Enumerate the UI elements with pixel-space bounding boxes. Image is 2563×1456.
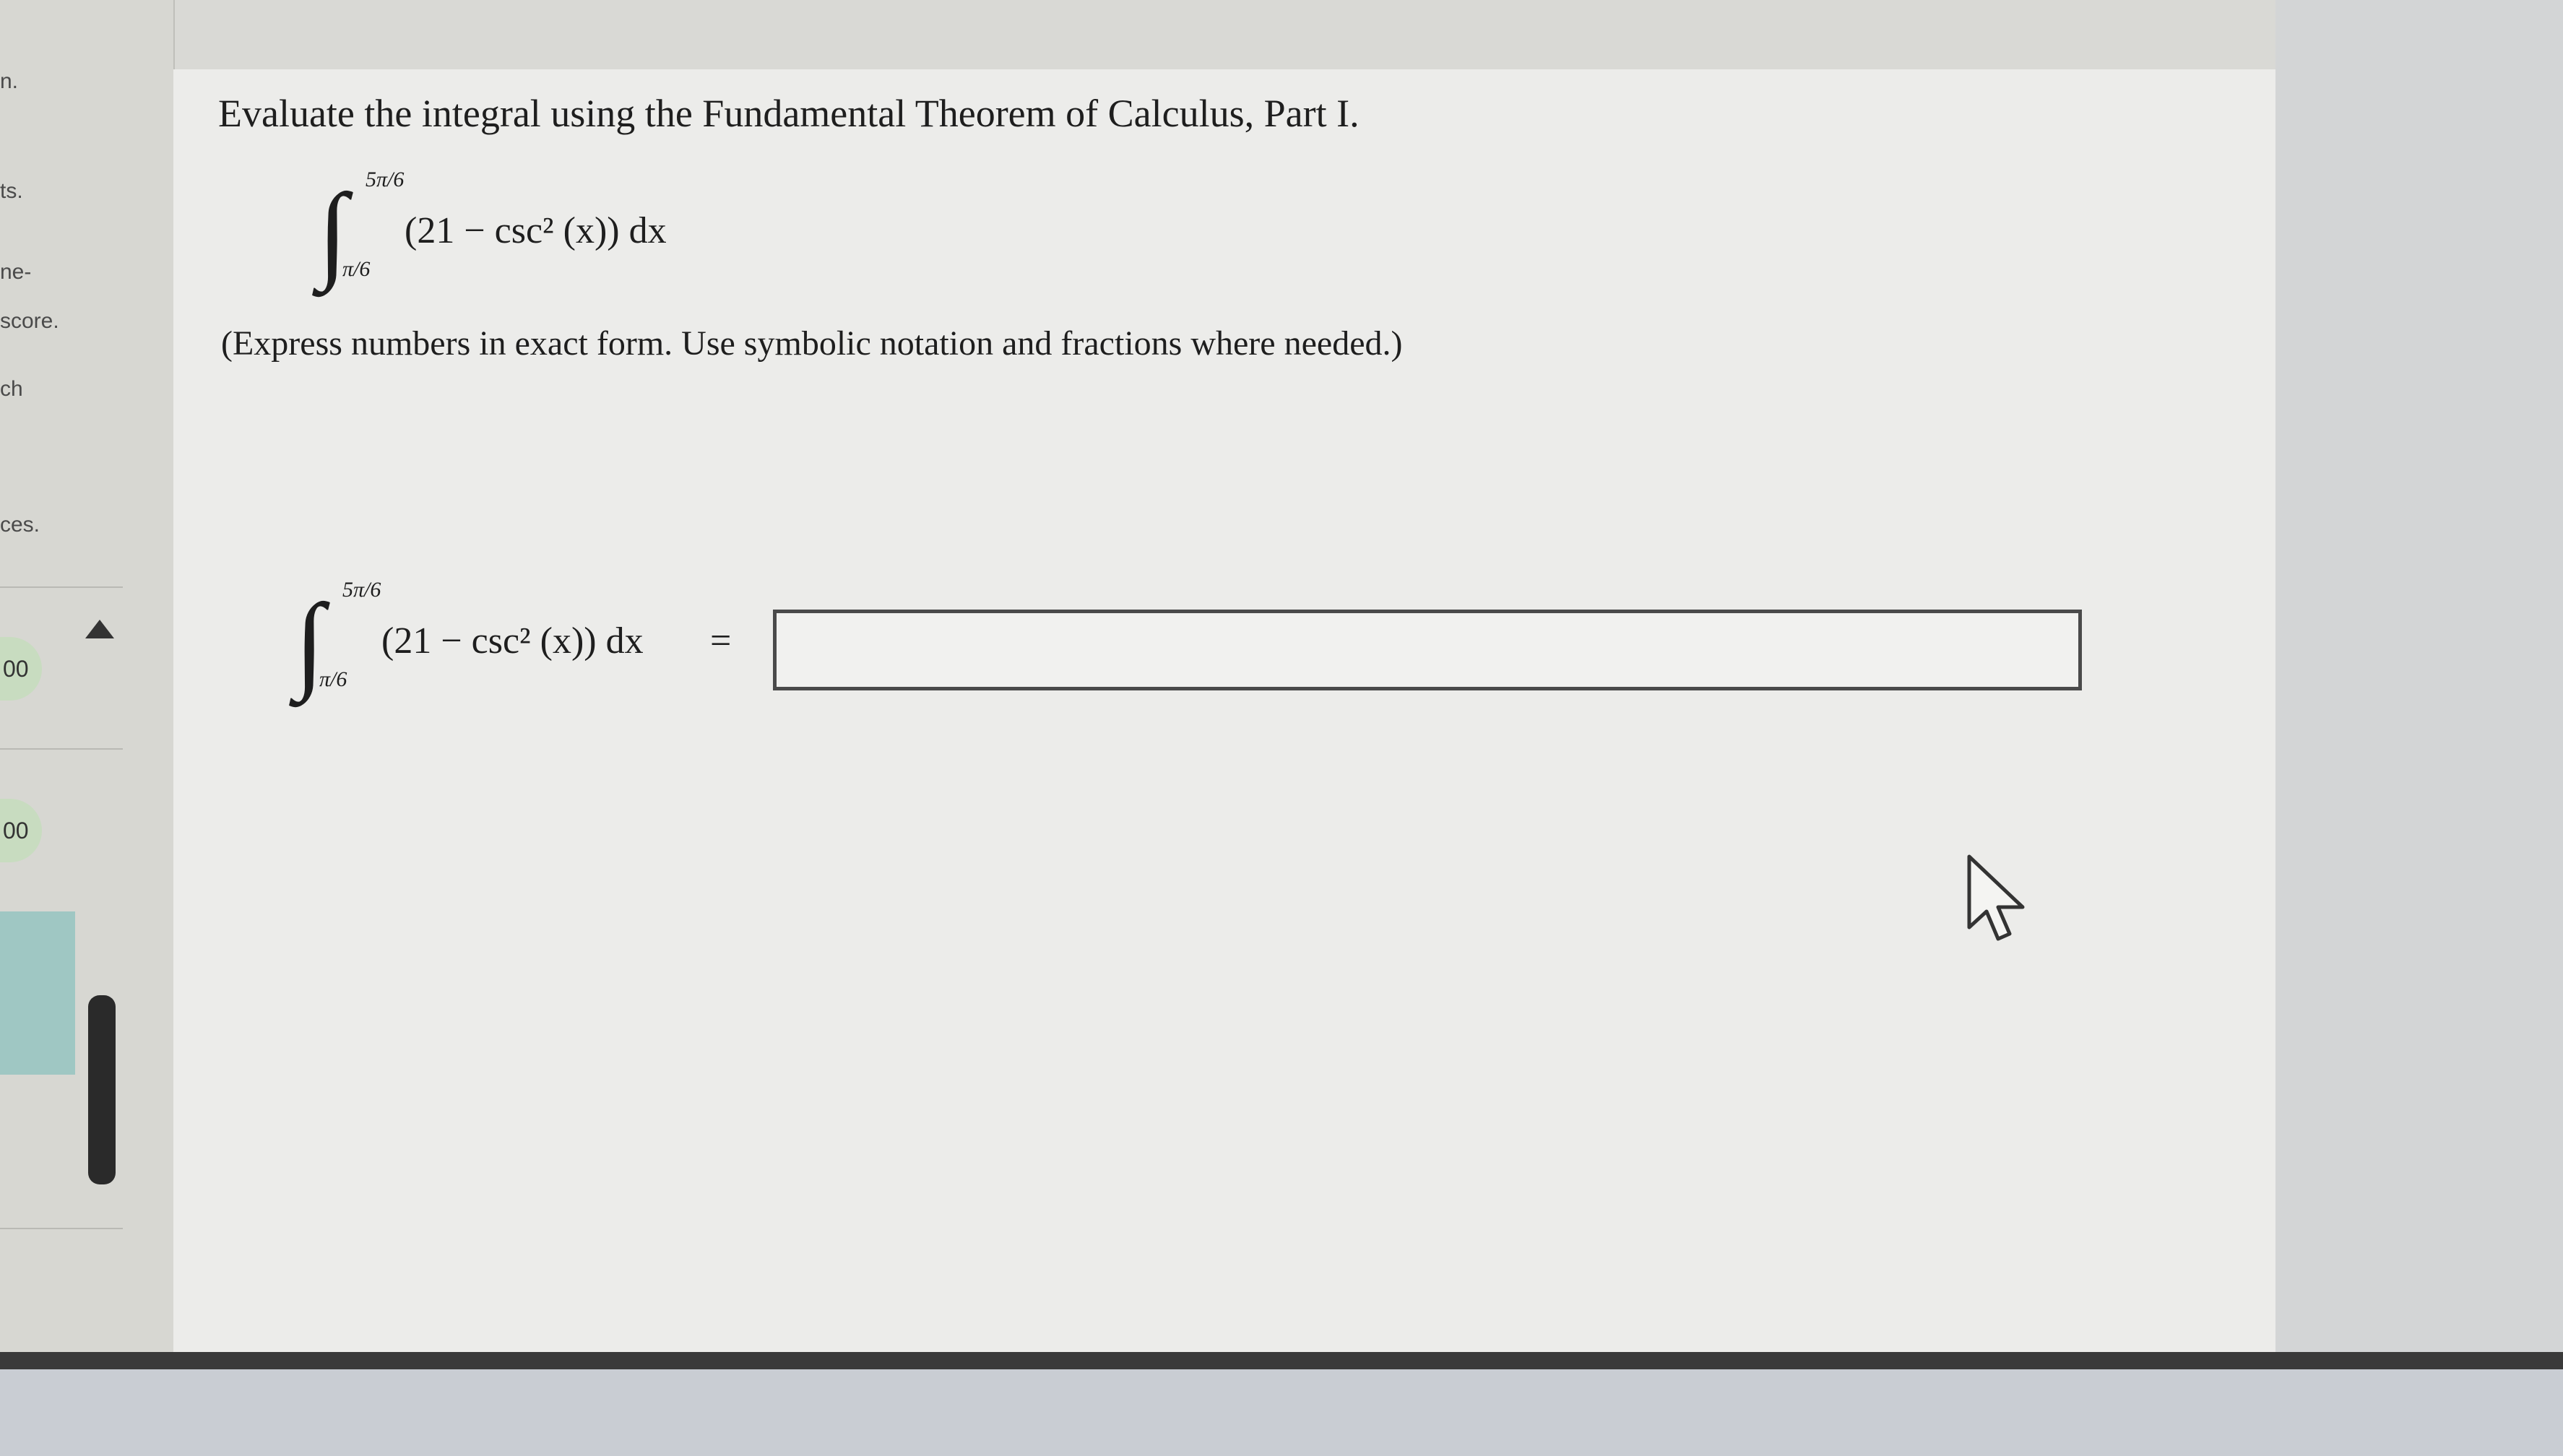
upper-limit: 5π/6 [366, 168, 405, 191]
sidebar-fragment: score. [0, 309, 59, 333]
sidebar: n. ts. ne- score. ch ces. 00 00 [0, 0, 175, 1358]
taskbar [0, 1369, 2563, 1456]
question-instructions: Evaluate the integral using the Fundamen… [218, 92, 1360, 135]
mouse-cursor-icon [1967, 854, 2025, 941]
sidebar-scrollbar[interactable] [88, 995, 116, 1184]
sidebar-fragment: ne- [0, 260, 32, 284]
background-edge [2275, 0, 2563, 1352]
equals-sign: = [710, 620, 732, 662]
score-badge[interactable]: 00 [0, 637, 42, 701]
answer-input[interactable] [773, 610, 2082, 690]
sidebar-fragment: ch [0, 377, 23, 401]
score-badge[interactable]: 00 [0, 799, 42, 862]
sidebar-divider [0, 586, 123, 588]
upper-limit: 5π/6 [342, 578, 381, 602]
lower-limit: π/6 [319, 667, 347, 691]
question-panel: Evaluate the integral using the Fundamen… [173, 69, 2275, 1362]
sidebar-fragment: n. [0, 69, 19, 93]
sidebar-divider [0, 748, 123, 750]
integrand: (21 − csc² (x)) dx [381, 620, 644, 662]
answer-format-note: (Express numbers in exact form. Use symb… [221, 324, 1403, 363]
sidebar-fragment: ts. [0, 179, 23, 203]
collapse-arrow-icon[interactable] [85, 620, 114, 638]
integrand: (21 − csc² (x)) dx [405, 210, 667, 251]
sidebar-divider [0, 1228, 123, 1229]
sidebar-fragment: ces. [0, 513, 40, 537]
screen-bezel [0, 1352, 2563, 1369]
lower-limit: π/6 [342, 257, 371, 281]
sidebar-highlight [0, 911, 75, 1075]
